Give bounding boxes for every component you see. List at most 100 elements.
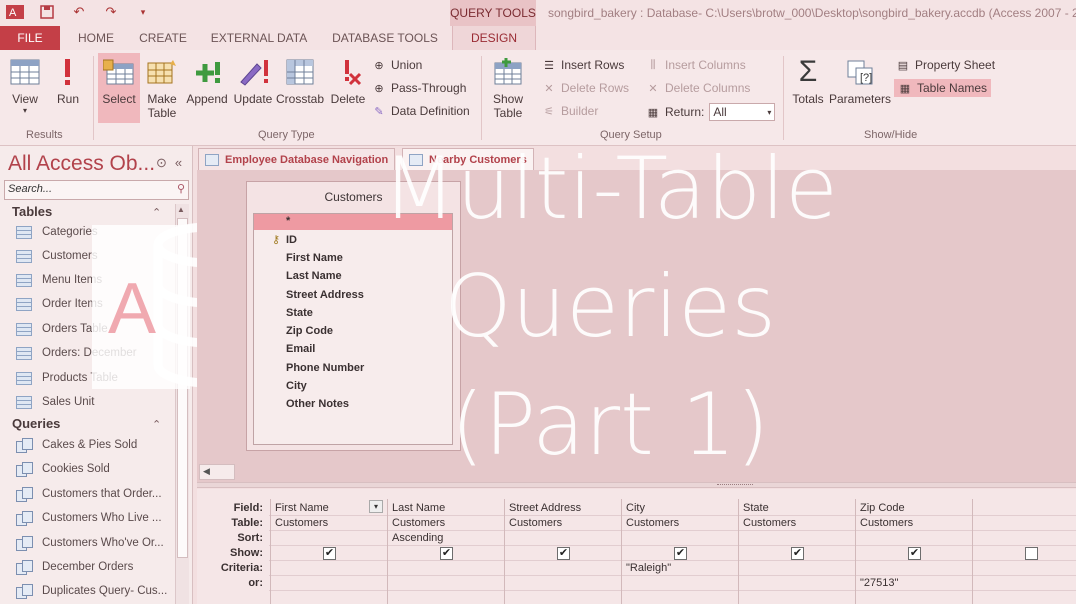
grid-table-cell[interactable]: Customers — [392, 517, 445, 529]
nav-table-item[interactable]: Sales Unit — [16, 392, 94, 412]
show-checkbox[interactable]: ✔ — [557, 547, 570, 560]
grid-field-cell[interactable]: Last Name — [392, 502, 445, 514]
grid-column[interactable]: State Customers ✔ — [738, 499, 855, 604]
nav-table-item[interactable]: Customers — [16, 246, 98, 266]
grid-field-cell[interactable]: Zip Code — [860, 502, 905, 514]
return-dropdown[interactable]: All ▾ — [709, 103, 776, 121]
grid-table-cell[interactable]: Customers — [275, 517, 328, 529]
nav-menu-dropdown-icon[interactable]: ⊙ — [156, 155, 167, 171]
show-table-button[interactable]: Show Table — [488, 56, 528, 120]
union-button[interactable]: ⊕ Union — [372, 58, 422, 72]
nav-query-item[interactable]: Cakes & Pies Sold — [16, 435, 137, 455]
field-item[interactable]: City — [286, 380, 307, 392]
property-sheet-button[interactable]: ▤ Property Sheet — [896, 58, 995, 72]
totals-button[interactable]: Σ Totals — [788, 55, 828, 106]
nav-query-item[interactable]: Cookies Sold — [16, 459, 110, 479]
field-list[interactable]: * ⚷ ID First Name Last Name Street Addre… — [253, 213, 453, 445]
show-checkbox[interactable] — [1025, 547, 1038, 560]
nav-table-item[interactable]: Order Items — [16, 294, 103, 314]
make-table-button[interactable]: Make Table — [144, 56, 180, 120]
field-item[interactable]: First Name — [286, 252, 343, 264]
tab-create[interactable]: CREATE — [134, 26, 192, 50]
delete-columns-button[interactable]: ✕ Delete Columns — [646, 81, 750, 95]
tab-file[interactable]: FILE — [0, 26, 60, 50]
insert-rows-button[interactable]: ☰ Insert Rows — [542, 58, 624, 72]
nav-query-item[interactable]: Duplicates Query- Cus... — [16, 581, 167, 601]
field-item[interactable]: State — [286, 307, 313, 319]
nav-table-item[interactable]: Categories — [16, 222, 98, 242]
show-checkbox[interactable]: ✔ — [791, 547, 804, 560]
pane-splitter[interactable] — [197, 482, 1076, 488]
tab-employee-database-navigation[interactable]: Employee Database Navigation — [198, 148, 396, 170]
field-item[interactable]: * — [286, 215, 290, 227]
tab-design[interactable]: DESIGN — [452, 26, 536, 50]
customers-table-box[interactable]: Customers * ⚷ ID First Name Last Name St… — [246, 181, 461, 451]
delete-rows-button[interactable]: ✕ Delete Rows — [542, 81, 629, 95]
show-checkbox[interactable]: ✔ — [674, 547, 687, 560]
collapse-chevron-icon[interactable]: ⌃ — [152, 418, 161, 431]
grid-sort-cell[interactable]: Ascending — [392, 532, 443, 544]
grid-table-cell[interactable]: Customers — [860, 517, 913, 529]
select-query-button[interactable]: Select — [98, 53, 140, 123]
field-item[interactable]: Phone Number — [286, 362, 364, 374]
grid-column[interactable] — [972, 499, 1076, 604]
pass-through-button[interactable]: ⊕ Pass-Through — [372, 81, 466, 95]
field-item[interactable]: Email — [286, 343, 315, 355]
append-button[interactable]: Append — [184, 56, 230, 106]
run-button[interactable]: Run — [52, 56, 84, 106]
grid-field-cell[interactable]: State — [743, 502, 769, 514]
splitter-grip[interactable] — [717, 484, 753, 486]
grid-column[interactable]: First Name ▾ Customers ✔ — [270, 499, 387, 604]
table-names-button[interactable]: ▦ Table Names — [894, 79, 992, 97]
scroll-left-icon[interactable]: ◀ — [203, 466, 210, 477]
nav-query-item[interactable]: Customers that Order... — [16, 484, 162, 504]
delete-query-button[interactable]: Delete — [328, 56, 368, 106]
all-fields-row[interactable] — [254, 214, 452, 230]
undo-icon[interactable]: ↶ — [70, 3, 88, 21]
nav-query-item[interactable]: Customers Who Live ... — [16, 508, 162, 528]
crosstab-button[interactable]: Crosstab — [276, 56, 324, 106]
collapse-pane-icon[interactable]: « — [175, 155, 182, 171]
customize-qat-icon[interactable]: ▾ — [134, 3, 152, 21]
grid-table-cell[interactable]: Customers — [743, 517, 796, 529]
tab-external-data[interactable]: EXTERNAL DATA — [206, 26, 312, 50]
nav-query-item[interactable]: Customers Who've Or... — [16, 533, 164, 553]
grid-field-cell[interactable]: First Name — [275, 502, 329, 514]
save-icon[interactable] — [38, 3, 56, 21]
grid-table-cell[interactable]: Customers — [509, 517, 562, 529]
field-item[interactable]: Street Address — [286, 289, 364, 301]
field-dropdown-icon[interactable]: ▾ — [369, 500, 383, 513]
grid-field-cell[interactable]: Street Address — [509, 502, 581, 514]
show-checkbox[interactable]: ✔ — [908, 547, 921, 560]
show-checkbox[interactable]: ✔ — [440, 547, 453, 560]
grid-field-cell[interactable]: City — [626, 502, 645, 514]
field-item[interactable]: ID — [286, 234, 297, 246]
nav-table-item[interactable]: Menu Items — [16, 270, 102, 290]
field-item[interactable]: Other Notes — [286, 398, 349, 410]
update-button[interactable]: Update — [232, 56, 274, 106]
tab-database-tools[interactable]: DATABASE TOOLS — [326, 26, 444, 50]
grid-table-cell[interactable]: Customers — [626, 517, 679, 529]
grid-column[interactable]: Last Name Customers Ascending ✔ — [387, 499, 504, 604]
tables-section-header[interactable]: Tables — [12, 204, 52, 219]
view-button[interactable]: View ▾ — [6, 56, 44, 115]
redo-icon[interactable]: ↷ — [102, 3, 120, 21]
grid-or-cell[interactable]: "27513" — [860, 577, 898, 589]
data-definition-button[interactable]: ✎ Data Definition — [372, 104, 469, 118]
show-checkbox[interactable]: ✔ — [323, 547, 336, 560]
insert-columns-button[interactable]: ⫼ Insert Columns — [646, 58, 745, 72]
field-item[interactable]: Zip Code — [286, 325, 333, 337]
builder-button[interactable]: ⚟ Builder — [542, 104, 598, 118]
nav-query-item[interactable]: December Orders — [16, 557, 133, 577]
grid-column[interactable]: Street Address Customers ✔ — [504, 499, 621, 604]
nav-pane-title[interactable]: All Access Ob... — [8, 152, 155, 176]
scroll-up-icon[interactable]: ▲ — [177, 205, 185, 214]
parameters-button[interactable]: [?] Parameters — [829, 56, 891, 106]
canvas-horizontal-scrollbar[interactable]: ◀ — [199, 464, 235, 480]
field-item[interactable]: Last Name — [286, 270, 342, 282]
grid-column[interactable]: Zip Code Customers ✔ "27513" — [855, 499, 972, 604]
grid-criteria-cell[interactable]: "Raleigh" — [626, 562, 671, 574]
grid-column[interactable]: City Customers ✔ "Raleigh" — [621, 499, 738, 604]
tab-nearby-customers[interactable]: Nearby Customers — [402, 148, 534, 170]
queries-section-header[interactable]: Queries — [12, 416, 60, 431]
